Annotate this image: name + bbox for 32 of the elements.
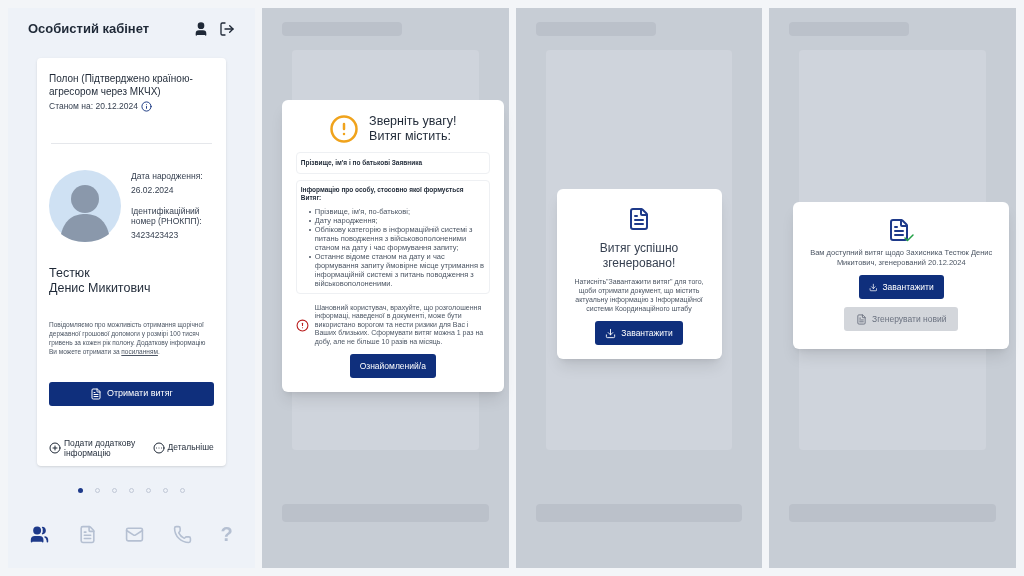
add-info-link[interactable]: Подати додаткову інформацію — [64, 437, 150, 458]
screen-title: Особистий кабінет — [28, 20, 150, 39]
status-text: Полон (Підтверджено країною-агресором через МКЧХ) — [49, 72, 194, 98]
download-icon — [868, 281, 878, 293]
warning-icon — [329, 114, 360, 144]
birth-date-label: Дата народження: — [131, 170, 204, 183]
as-of-date: Станом на: 20.12.2024 — [49, 100, 138, 113]
more-icon[interactable] — [152, 441, 165, 454]
person-name: Тестюк Денис Микитович — [49, 265, 152, 296]
phone-icon[interactable] — [172, 524, 192, 544]
primary-button[interactable]: Завантажити — [595, 321, 683, 345]
id-number-label: Ідентифікаційний номер (РНОКПП): — [131, 205, 203, 226]
mail-icon[interactable] — [125, 524, 145, 544]
document-icon — [856, 313, 867, 325]
dialog-title: Витяг успішно згенеровано! — [598, 241, 680, 271]
primary-button[interactable]: Завантажити — [858, 275, 944, 299]
get-extract-button[interactable]: Отримати витяг — [49, 381, 214, 406]
logout-icon[interactable] — [218, 21, 235, 37]
document-icon — [627, 207, 651, 231]
info-icon[interactable] — [141, 100, 152, 112]
primary-button[interactable]: Ознайомлений/а — [349, 354, 436, 379]
document-icon — [89, 387, 102, 400]
download-icon — [605, 327, 617, 339]
document-icon[interactable] — [77, 524, 97, 544]
document-check-icon — [887, 218, 916, 244]
alert-icon — [295, 318, 309, 332]
dialog-title: Зверніть увагу! Витяг містить: — [369, 114, 457, 144]
id-number-value: 3423423423 — [131, 228, 180, 242]
birth-date-value: 26.02.2024 — [131, 183, 175, 197]
add-icon[interactable] — [49, 441, 61, 454]
people-icon[interactable] — [30, 524, 49, 544]
details-link[interactable]: Детальніше — [167, 441, 214, 455]
